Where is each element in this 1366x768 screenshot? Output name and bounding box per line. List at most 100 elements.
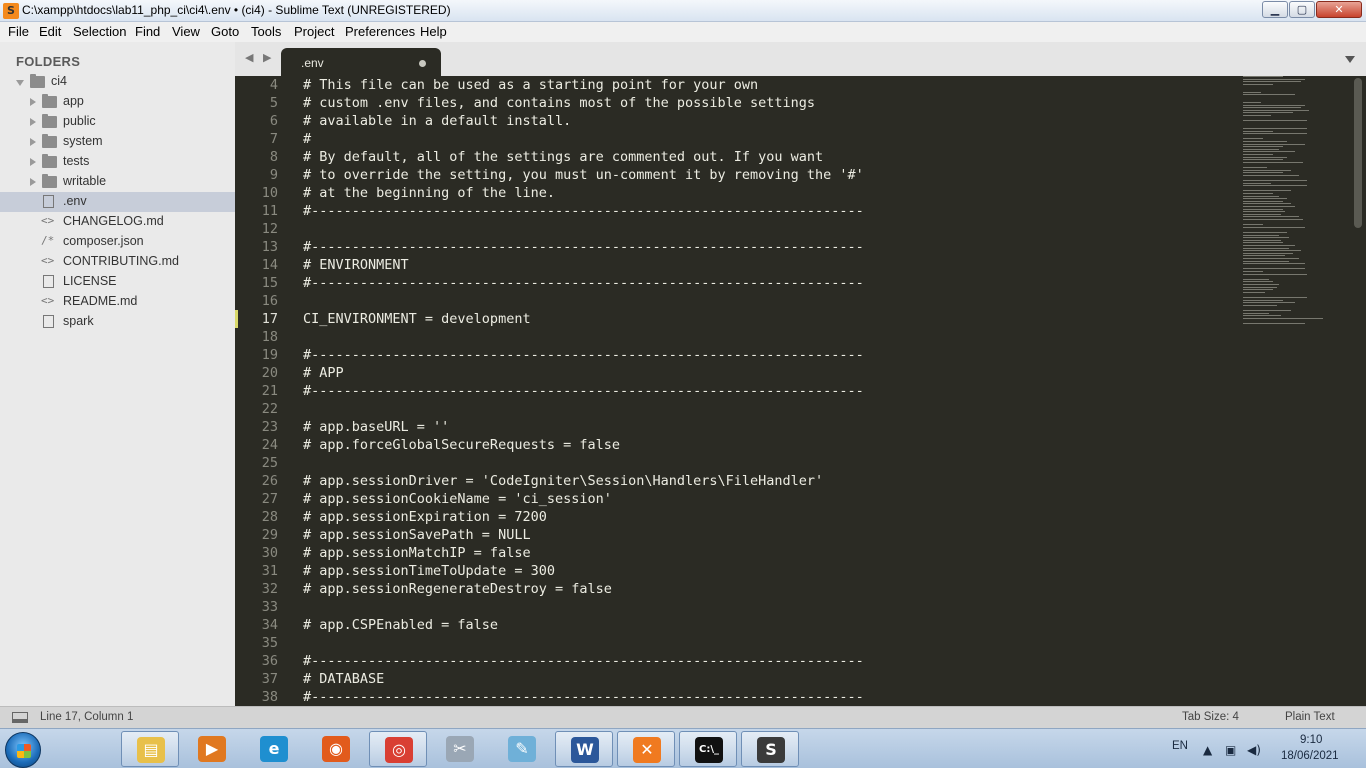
- taskbar-chrome-button[interactable]: ◎: [369, 731, 427, 767]
- scissors-icon: ✂: [446, 736, 474, 762]
- code-line[interactable]: # app.sessionCookieName = 'ci_session': [303, 490, 612, 508]
- code-line[interactable]: # custom .env files, and contains most o…: [303, 94, 815, 112]
- code-line[interactable]: # to override the setting, you must un-c…: [303, 166, 864, 184]
- code-line[interactable]: #---------------------------------------…: [303, 274, 864, 292]
- xampp-icon: ✕: [633, 737, 661, 763]
- tree-folder-writable[interactable]: writable: [0, 172, 235, 192]
- taskbar-xampp-button[interactable]: ✕: [617, 731, 675, 767]
- tab-env[interactable]: .env: [281, 48, 441, 76]
- taskbar-firefox-button[interactable]: ◉: [307, 731, 365, 767]
- taskbar-snipping-tool-button[interactable]: ✂: [431, 731, 489, 767]
- tree-folder-ci4[interactable]: ci4: [0, 72, 235, 92]
- tab-list-dropdown-icon[interactable]: [1345, 56, 1355, 63]
- tree-file-composer[interactable]: /* composer.json: [0, 232, 235, 252]
- line-number: 25: [261, 455, 278, 471]
- menu-preferences[interactable]: Preferences: [345, 24, 415, 39]
- code-line[interactable]: # app.baseURL = '': [303, 418, 449, 436]
- code-line[interactable]: #---------------------------------------…: [303, 238, 864, 256]
- line-number: 8: [269, 149, 278, 165]
- code-line[interactable]: # available in a default install.: [303, 112, 571, 130]
- minimize-button[interactable]: ▁: [1262, 1, 1288, 18]
- tree-folder-tests[interactable]: tests: [0, 152, 235, 172]
- code-line[interactable]: # at the beginning of the line.: [303, 184, 555, 202]
- menu-selection[interactable]: Selection: [73, 24, 126, 39]
- network-icon[interactable]: ▣: [1225, 743, 1236, 757]
- code-line[interactable]: # app.sessionRegenerateDestroy = false: [303, 580, 612, 598]
- tree-folder-public[interactable]: public: [0, 112, 235, 132]
- tree-file-readme[interactable]: <> README.md: [0, 292, 235, 312]
- chevron-down-icon[interactable]: [16, 80, 24, 86]
- syntax-indicator[interactable]: Plain Text: [1285, 711, 1335, 723]
- start-button[interactable]: [5, 732, 41, 768]
- unsaved-dot-icon[interactable]: [419, 60, 426, 67]
- taskbar-word-button[interactable]: W: [555, 731, 613, 767]
- code-line[interactable]: CI_ENVIRONMENT = development: [303, 310, 531, 328]
- code-line[interactable]: #---------------------------------------…: [303, 346, 864, 364]
- menu-goto[interactable]: Goto: [211, 24, 239, 39]
- taskbar-cmd-button[interactable]: C:\_: [679, 731, 737, 767]
- code-line[interactable]: # APP: [303, 364, 344, 382]
- code-line[interactable]: # app.CSPEnabled = false: [303, 616, 498, 634]
- menu-view[interactable]: View: [172, 24, 200, 39]
- tab-size-indicator[interactable]: Tab Size: 4: [1182, 711, 1239, 723]
- editor-pane[interactable]: 4 # This file can be used as a starting p…: [235, 76, 1366, 706]
- menu-edit[interactable]: Edit: [39, 24, 61, 39]
- menu-find[interactable]: Find: [135, 24, 160, 39]
- chevron-right-icon[interactable]: [30, 158, 36, 166]
- line-number: 9: [269, 167, 278, 183]
- tree-folder-app[interactable]: app: [0, 92, 235, 112]
- taskbar-edge-button[interactable]: e: [245, 731, 303, 767]
- code-line[interactable]: # app.sessionSavePath = NULL: [303, 526, 531, 544]
- code-line[interactable]: # This file can be used as a starting po…: [303, 76, 758, 94]
- chevron-right-icon[interactable]: [30, 178, 36, 186]
- maximize-button[interactable]: ▢: [1289, 1, 1315, 18]
- code-line[interactable]: # app.sessionMatchIP = false: [303, 544, 531, 562]
- folder-open-icon: [30, 74, 45, 88]
- tree-file-license[interactable]: LICENSE: [0, 272, 235, 292]
- menu-help[interactable]: Help: [420, 24, 447, 39]
- taskbar-media-player-button[interactable]: ▶: [183, 731, 241, 767]
- language-indicator[interactable]: EN: [1172, 740, 1188, 752]
- code-line[interactable]: # app.sessionDriver = 'CodeIgniter\Sessi…: [303, 472, 823, 490]
- tree-file-env[interactable]: .env: [0, 192, 235, 212]
- code-line[interactable]: # app.forceGlobalSecureRequests = false: [303, 436, 620, 454]
- minimap-line: [1243, 161, 1303, 163]
- code-line[interactable]: #---------------------------------------…: [303, 688, 864, 706]
- taskbar-sublime-button[interactable]: S: [741, 731, 799, 767]
- code-line[interactable]: # app.sessionTimeToUpdate = 300: [303, 562, 555, 580]
- chevron-right-icon[interactable]: [30, 118, 36, 126]
- code-line[interactable]: # By default, all of the settings are co…: [303, 148, 823, 166]
- panel-toggle-icon[interactable]: [12, 712, 28, 723]
- code-line[interactable]: # app.sessionExpiration = 7200: [303, 508, 547, 526]
- tab-nav-arrows-icon[interactable]: ◀ ▶: [245, 51, 274, 64]
- minimap-line: [1243, 252, 1293, 254]
- tab-bar: ◀ ▶ .env: [235, 42, 1366, 76]
- minimap-line: [1243, 271, 1263, 272]
- vertical-scrollbar[interactable]: [1354, 78, 1362, 228]
- tree-file-changelog[interactable]: <> CHANGELOG.md: [0, 212, 235, 232]
- code-line[interactable]: #---------------------------------------…: [303, 382, 864, 400]
- taskbar-windows-explorer-button[interactable]: ▤: [121, 731, 179, 767]
- minimap-line: [1243, 83, 1273, 85]
- minimap[interactable]: [1243, 76, 1353, 336]
- chrome-icon-glyph: ◎: [392, 740, 406, 759]
- tree-file-contributing[interactable]: <> CONTRIBUTING.md: [0, 252, 235, 272]
- code-line[interactable]: #---------------------------------------…: [303, 202, 864, 220]
- code-line[interactable]: # ENVIRONMENT: [303, 256, 409, 274]
- code-line[interactable]: #: [303, 130, 311, 148]
- tray-expand-icon[interactable]: ▲: [1203, 743, 1212, 757]
- code-line[interactable]: #---------------------------------------…: [303, 652, 864, 670]
- clock-time[interactable]: 9:10: [1300, 734, 1322, 746]
- close-button[interactable]: ✕: [1316, 1, 1362, 18]
- menu-tools[interactable]: Tools: [251, 24, 281, 39]
- volume-icon[interactable]: ◀): [1247, 743, 1261, 757]
- clock-date[interactable]: 18/06/2021: [1281, 750, 1339, 762]
- taskbar-notepad-button[interactable]: ✎: [493, 731, 551, 767]
- chevron-right-icon[interactable]: [30, 138, 36, 146]
- menu-project[interactable]: Project: [294, 24, 334, 39]
- code-line[interactable]: # DATABASE: [303, 670, 384, 688]
- menu-file[interactable]: File: [8, 24, 29, 39]
- chevron-right-icon[interactable]: [30, 98, 36, 106]
- tree-file-spark[interactable]: spark: [0, 312, 235, 332]
- tree-folder-system[interactable]: system: [0, 132, 235, 152]
